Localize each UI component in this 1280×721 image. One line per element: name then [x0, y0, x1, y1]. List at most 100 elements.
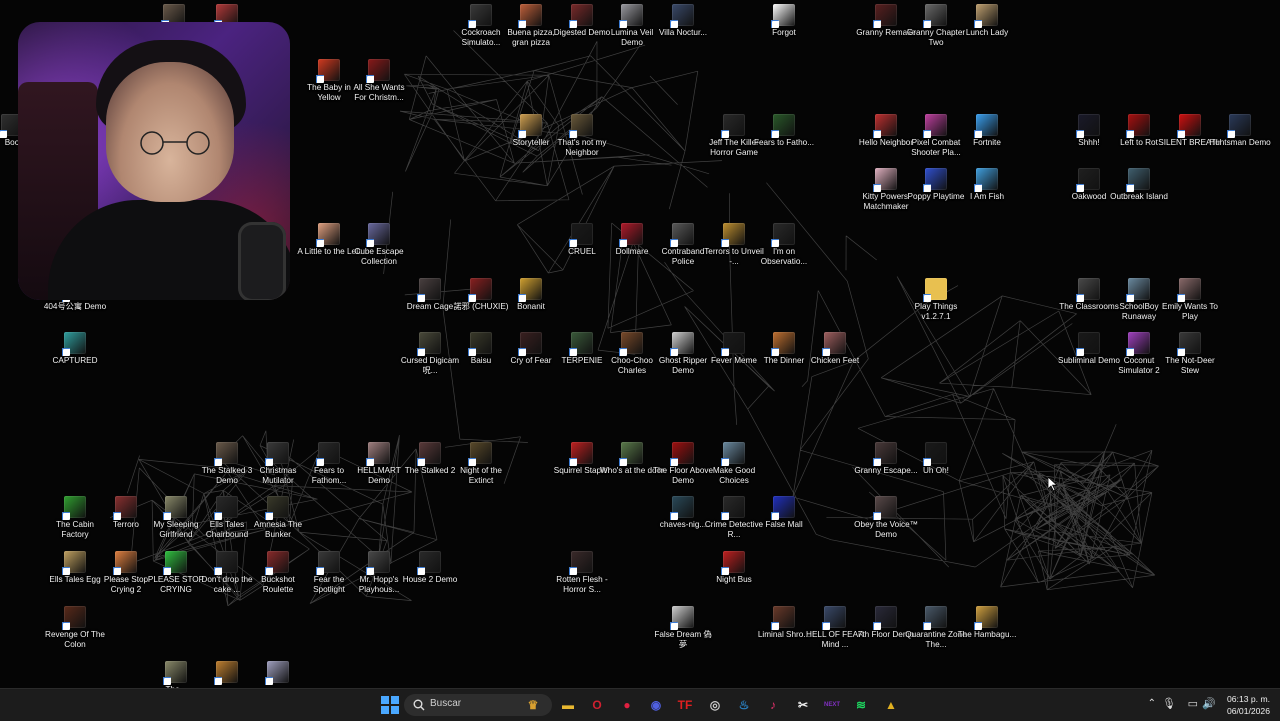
desktop-shortcut[interactable]: The Hambagu... [958, 606, 1016, 640]
ring-icon[interactable]: ◎ [705, 695, 725, 715]
shortcut-icon [1177, 278, 1201, 302]
desktop-shortcut[interactable]: The... [148, 661, 204, 688]
shortcut-icon [62, 496, 86, 520]
desktop-shortcut[interactable] [250, 661, 306, 685]
desktop-shortcut[interactable]: Kitty Powers' Matchmaker [858, 168, 914, 212]
desktop-shortcut[interactable]: Night of the Extinct [453, 442, 509, 486]
desktop-shortcut[interactable]: Mr. Hopp's Playhous... [351, 551, 407, 595]
shortcut-icon [974, 4, 998, 28]
shortcut-icon [468, 442, 492, 466]
desktop-shortcut[interactable]: Fortnite [959, 114, 1015, 148]
desktop-shortcut[interactable]: Rotten Flesh - Horror S... [554, 551, 610, 595]
desktop-shortcut[interactable]: Bonanit [503, 278, 559, 312]
desktop-shortcut[interactable]: Obey the Voice™ Demo [854, 496, 918, 540]
shortcut-label: I Am Fish [969, 192, 1005, 201]
network-icon[interactable]: ▭ [1188, 697, 1198, 710]
desktop-shortcut[interactable]: Make Good Choices [706, 442, 762, 486]
desktop-shortcut[interactable]: Emily Wants To Play [1162, 278, 1218, 322]
desktop-shortcut[interactable]: Quarantine Zone The... [905, 606, 967, 650]
microphone-icon [238, 222, 286, 300]
shortcut-label: House 2 Demo [402, 575, 458, 584]
norton-icon[interactable]: ▲ [881, 695, 901, 715]
record-icon[interactable]: ● [617, 695, 637, 715]
desktop-shortcut[interactable]: I Am Fish [959, 168, 1015, 202]
shortcut-icon [771, 606, 795, 630]
shortcut-icon [822, 332, 846, 356]
desktop-shortcut[interactable]: Chicken Feet [807, 332, 863, 366]
shortcut-icon [721, 223, 745, 247]
shortcut-icon [316, 551, 340, 575]
desktop-shortcut[interactable]: Jeff The Killer Horror Game [706, 114, 762, 158]
desktop-shortcut[interactable]: Lunch Lady [959, 4, 1015, 38]
desktop-shortcut[interactable]: House 2 Demo [402, 551, 458, 585]
shortcut-label: Amnesia The Bunker [253, 520, 303, 539]
desktop-shortcut[interactable]: Play Things v1.2.7.1 [908, 278, 964, 322]
desktop-shortcut[interactable]: Lumina Veil Demo [604, 4, 660, 48]
chevron-up-icon[interactable]: ⌃ [1148, 698, 1156, 709]
desktop-shortcut[interactable]: HELL OF FEAR Mind ... [806, 606, 864, 650]
shortcut-icon [619, 332, 643, 356]
opera-icon[interactable]: O [587, 695, 607, 715]
shortcut-label: False Dream 偽夢 [654, 630, 712, 649]
shortcut-icon [265, 551, 289, 575]
shortcut-icon [670, 496, 694, 520]
shortcut-icon [569, 332, 593, 356]
shortcut-icon [974, 114, 998, 138]
shortcut-icon [569, 551, 593, 575]
shortcut-icon [62, 332, 86, 356]
desktop-shortcut[interactable]: Night Bus [706, 551, 762, 585]
clock[interactable]: 06:13 p. m. 06/01/2026 [1218, 693, 1270, 717]
discord-icon[interactable]: ◉ [646, 695, 666, 715]
desktop-shortcut[interactable]: Granny Chapter Two [907, 4, 965, 48]
crown-widget-icon[interactable]: ♛ [523, 695, 543, 715]
shortcut-icon [670, 223, 694, 247]
desktop-shortcut[interactable]: Huntsman Demo [1209, 114, 1271, 148]
spotify-icon[interactable]: ≋ [851, 695, 871, 715]
shortcut-icon [417, 332, 441, 356]
shortcut-icon [569, 442, 593, 466]
tiktok-icon[interactable]: ♪ [763, 695, 783, 715]
desktop-shortcut[interactable]: I'm on Observatio... [756, 223, 812, 267]
shortcut-icon [366, 551, 390, 575]
shortcut-label: Villa Noctur... [658, 28, 708, 37]
desktop-shortcut[interactable]: The Not-Deer Stew [1162, 332, 1218, 376]
tf-icon[interactable]: TF [675, 695, 695, 715]
desktop-shortcut[interactable]: Outbreak Island [1110, 168, 1168, 202]
desktop-shortcut[interactable]: Cube Escape Collection [351, 223, 407, 267]
desktop-shortcut[interactable]: False Mall [756, 496, 812, 530]
desktop-shortcut[interactable]: Fears to Fatho... [754, 114, 814, 148]
taskbar: Buscar ♛ ▬ O ● ◉ TF ◎ ♨ ♪ ✂ NEXT ≋ ▲ ⌃ 🎙 ▭ 🔊 06:13 p… [0, 688, 1280, 721]
desktop-shortcut[interactable]: False Dream 偽夢 [654, 606, 712, 650]
volume-icon[interactable]: 🔊 [1202, 697, 1216, 710]
desktop-shortcut[interactable]: Forgot [756, 4, 812, 38]
microphone-tray-icon[interactable]: 🎙 [1162, 697, 1176, 710]
next-icon[interactable]: NEXT [822, 695, 842, 715]
steam-icon[interactable]: ♨ [734, 695, 754, 715]
desktop-shortcut[interactable]: The Cabin Factory [47, 496, 103, 540]
desktop-shortcut[interactable]: Revenge Of The Colon [45, 606, 105, 650]
start-button[interactable] [380, 695, 400, 715]
capcut-icon[interactable]: ✂ [793, 695, 813, 715]
desktop-shortcut[interactable]: Villa Noctur... [655, 4, 711, 38]
desktop-shortcut[interactable]: Buena pizza, gran pizza [503, 4, 559, 48]
desktop-shortcut[interactable]: Ghost Ripper Demo [655, 332, 711, 376]
shortcut-label: False Mall [765, 520, 803, 529]
shortcut-label: Fortnite [973, 138, 1001, 147]
desktop-shortcut[interactable]: Crime Detective R... [705, 496, 763, 540]
desktop-shortcut[interactable]: Amnesia The Bunker [250, 496, 306, 540]
desktop-shortcut[interactable] [199, 661, 255, 685]
folder-icon[interactable]: ▬ [558, 695, 578, 715]
desktop-shortcut[interactable]: All She Wants For Christm... [351, 59, 407, 103]
shortcut-icon [417, 442, 441, 466]
desktop-shortcut[interactable]: That's not my Neighbor [554, 114, 610, 158]
desktop-shortcut[interactable]: CAPTURED [47, 332, 103, 366]
shortcut-icon [974, 168, 998, 192]
shortcut-icon [1126, 332, 1150, 356]
desktop-shortcut[interactable]: HELLMART Demo [351, 442, 407, 486]
desktop-shortcut[interactable]: Pixel Combat Shooter Pla... [908, 114, 964, 158]
shortcut-icon [873, 4, 897, 28]
desktop-shortcut[interactable]: Cursed Digicam 呪... [401, 332, 459, 376]
shortcut-icon [822, 606, 846, 630]
desktop-shortcut[interactable]: Uh Oh! [908, 442, 964, 476]
shortcut-icon [923, 606, 947, 630]
